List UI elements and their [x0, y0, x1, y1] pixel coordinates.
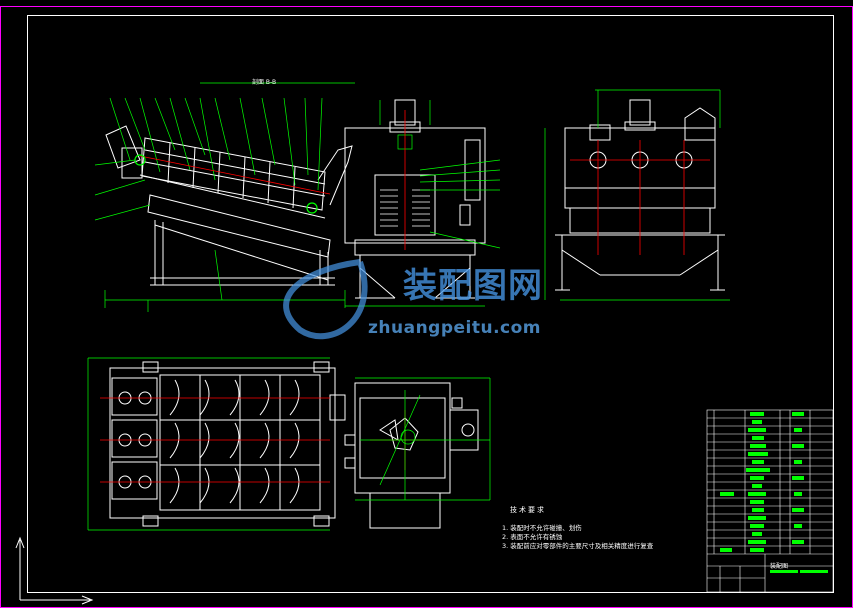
watermark-swoosh [283, 259, 368, 340]
watermark-url: zhuangpeitu.com [368, 318, 542, 338]
technical-note-3: 3. 装配前应对零部件的主要尺寸及相关精度进行复查 [502, 542, 654, 550]
technical-notes-title: 技术要求 [510, 506, 546, 514]
watermark-brand: 装配图网 [403, 266, 543, 306]
plan-view-leaders [87, 357, 491, 531]
parts-list-entries [720, 412, 828, 573]
outer-frame [0, 6, 853, 608]
plan-view [109, 361, 479, 529]
side-elevation-view [105, 125, 353, 286]
title-block-drawing-name: 装配图 [770, 563, 789, 570]
section-label: 剖面 B-B [252, 78, 276, 86]
